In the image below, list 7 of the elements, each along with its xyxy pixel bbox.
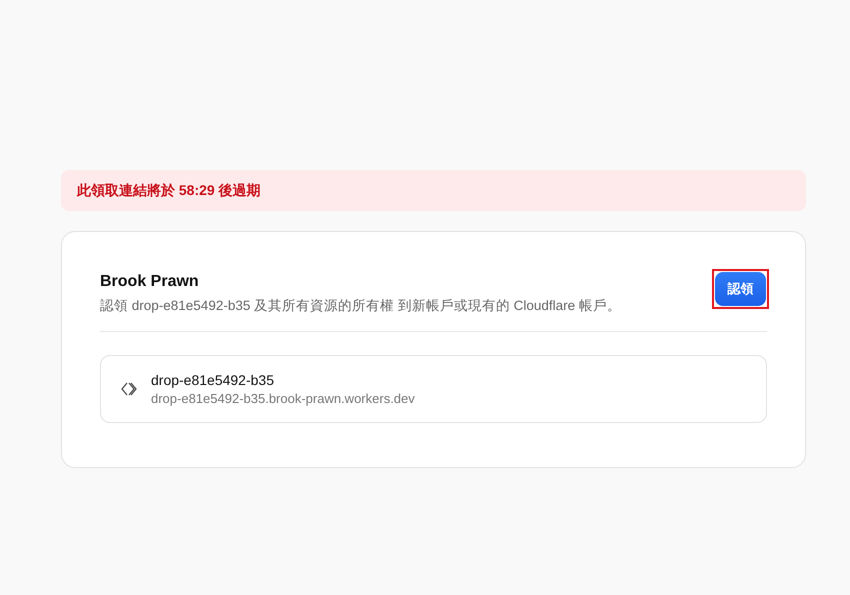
claim-description: 認領 drop-e81e5492-b35 及其所有資源的所有權 到新帳戶或現有的 Cloudflare 帳戶。 [100,297,621,315]
project-title: Brook Prawn [100,273,200,291]
worker-url: drop-e81e5492-b35.brook-prawn.workers.dev [151,391,415,406]
claim-button[interactable]: 認領 [715,272,766,306]
code-icon [121,382,137,396]
expiry-alert: 此領取連結將於 58:29 後過期 [61,170,806,211]
worker-name: drop-e81e5492-b35 [151,372,275,388]
